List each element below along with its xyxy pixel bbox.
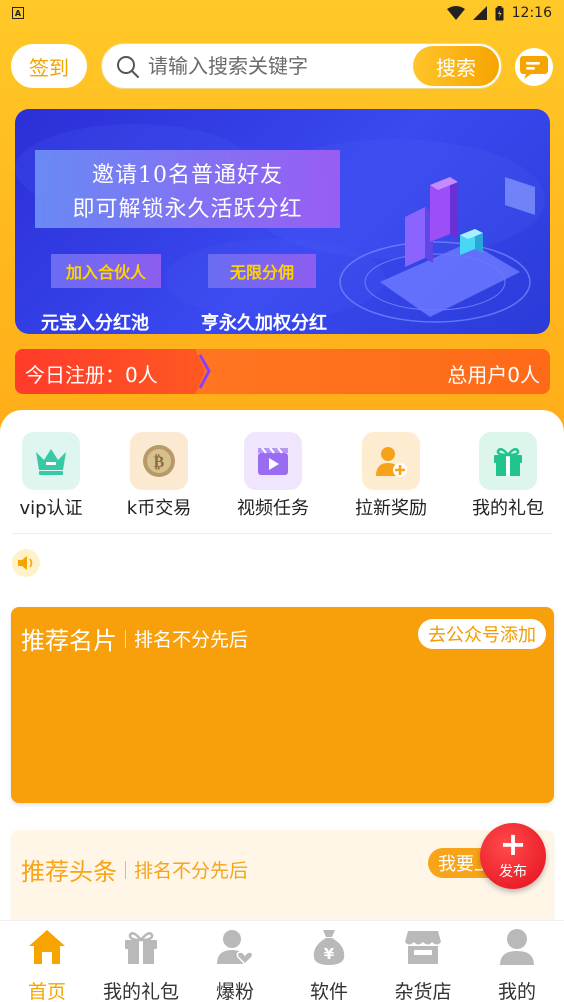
plus-icon: + (499, 825, 527, 863)
search-button[interactable]: 搜索 (413, 46, 499, 86)
bitcoin-icon: ₿ (130, 432, 188, 490)
nav-label: 软件 (309, 981, 348, 1002)
chevron-right-icon (198, 354, 211, 389)
join-partner-chip: 加入合伙人 (51, 254, 161, 288)
quick-actions: vip认证 ₿ k币交易 视频任务 拉新奖励 我的礼包 (0, 432, 564, 522)
banner-headline-2: 即可解锁永久活跃分红 (72, 197, 303, 222)
bar-chart-illustration (339, 177, 535, 323)
message-button[interactable] (515, 48, 553, 86)
nav-fans[interactable]: 爆粉 (188, 927, 282, 1002)
divider (12, 533, 552, 534)
video-clapper-icon (244, 432, 302, 490)
nav-label: 首页 (27, 981, 66, 1002)
money-bag-icon: ¥ (309, 927, 349, 967)
title-separator (125, 629, 126, 648)
section-title: 推荐头条 (21, 858, 117, 886)
nav-label: 杂货店 (394, 981, 452, 1002)
bottom-navigation: 首页 我的礼包 爆粉 ¥ 软件 杂货店 我的 (0, 920, 564, 1002)
banner-caption-1: 元宝入分红池 (41, 313, 149, 334)
gift-icon (121, 927, 161, 967)
banner-caption-2: 亨永久加权分红 (201, 313, 327, 334)
today-register-count: 今日注册：0人 (25, 363, 158, 387)
gift-icon (479, 432, 537, 490)
header: 签到 搜索 (0, 42, 564, 90)
nav-store[interactable]: 杂货店 (376, 927, 470, 1002)
quick-action-vip[interactable]: vip认证 (1, 432, 101, 520)
recommend-cards-section: 推荐名片 排名不分先后 去公众号添加 (11, 607, 554, 803)
nav-label: 我的礼包 (102, 981, 179, 1002)
svg-text:¥: ¥ (324, 945, 335, 963)
quick-action-label: 视频任务 (237, 498, 309, 519)
battery-icon (495, 5, 504, 20)
section-subtitle: 排名不分先后 (134, 629, 249, 651)
search-icon (117, 56, 139, 78)
app-notification-icon: A (12, 7, 24, 19)
user-stats-bar: 今日注册：0人 总用户0人 (15, 349, 550, 394)
checkin-button[interactable]: 签到 (11, 44, 87, 88)
quick-action-label: 拉新奖励 (355, 498, 427, 519)
banner-headline-1: 邀请10名普通好友 (92, 163, 283, 188)
title-separator (125, 860, 126, 879)
nav-home[interactable]: 首页 (0, 927, 94, 1002)
signal-icon (472, 6, 487, 20)
quick-action-gift[interactable]: 我的礼包 (458, 432, 558, 520)
nav-gift[interactable]: 我的礼包 (94, 927, 188, 1002)
quick-action-invite[interactable]: 拉新奖励 (341, 432, 441, 520)
nav-mine[interactable]: 我的 (470, 927, 564, 1002)
total-users-count: 总用户0人 (447, 363, 540, 387)
unlimited-commission-chip: 无限分佣 (208, 254, 316, 288)
crown-icon (22, 432, 80, 490)
svg-text:₿: ₿ (154, 452, 165, 471)
quick-action-label: vip认证 (19, 498, 83, 519)
store-icon (403, 927, 443, 967)
add-user-icon (362, 432, 420, 490)
nav-software[interactable]: ¥ 软件 (282, 927, 376, 1002)
add-official-account-button[interactable]: 去公众号添加 (418, 619, 546, 649)
quick-action-video[interactable]: 视频任务 (223, 432, 323, 520)
publish-label: 发布 (499, 864, 527, 880)
section-subtitle: 排名不分先后 (134, 860, 249, 882)
quick-action-label: k币交易 (126, 498, 192, 519)
section-title: 推荐名片 (21, 627, 117, 655)
chat-bubble-icon (520, 56, 548, 79)
nav-label: 爆粉 (215, 981, 254, 1002)
profile-icon (497, 927, 537, 967)
status-bar: A 12:16 (0, 0, 564, 26)
home-icon (27, 927, 67, 967)
search-bar[interactable]: 搜索 (101, 43, 502, 89)
promo-banner[interactable]: 邀请10名普通好友 即可解锁永久活跃分红 加入合伙人 无限分佣 元宝入分红池 亨… (15, 109, 550, 334)
nav-label: 我的 (497, 981, 536, 1002)
user-heart-icon (215, 927, 255, 967)
clock: 12:16 (511, 5, 552, 21)
quick-action-kcoin[interactable]: ₿ k币交易 (109, 432, 209, 520)
wifi-icon (446, 6, 465, 20)
speaker-icon[interactable] (12, 549, 40, 577)
search-input[interactable] (148, 52, 406, 82)
publish-button[interactable]: + 发布 (480, 823, 546, 889)
quick-action-label: 我的礼包 (472, 498, 544, 519)
